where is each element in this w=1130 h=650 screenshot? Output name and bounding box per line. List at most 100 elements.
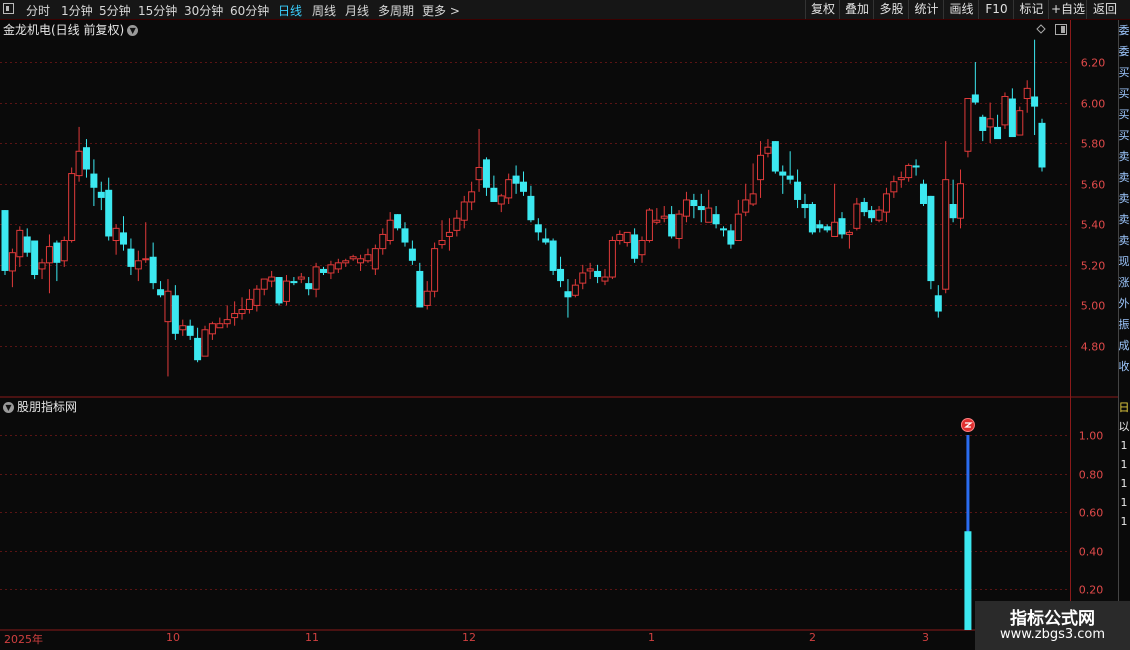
- candle-body-up: [505, 179, 513, 199]
- candle-body-up: [438, 240, 446, 246]
- candle-body-down: [823, 226, 831, 231]
- candle: [890, 175, 898, 198]
- price-tick-label: 5.00: [1081, 300, 1106, 313]
- candle-body-down: [542, 238, 550, 243]
- candle: [1008, 88, 1016, 138]
- candle: [386, 212, 394, 245]
- indicator-tick-label: 0.20: [1079, 584, 1104, 597]
- date-axis: 2025年 10 11 12 1 2 3: [0, 630, 1118, 650]
- candle: [68, 167, 76, 243]
- candle: [734, 199, 742, 242]
- candle: [831, 183, 839, 237]
- candle-body-up: [764, 146, 772, 154]
- candle-body-down: [697, 206, 705, 211]
- candle: [520, 171, 527, 196]
- candle-body-down: [408, 248, 416, 261]
- candle-body-down: [149, 256, 157, 284]
- date-label: 10: [166, 631, 180, 644]
- candle: [675, 210, 683, 249]
- candle: [823, 224, 831, 233]
- candle-body-up: [386, 219, 394, 242]
- candle-body-up: [638, 240, 646, 256]
- candle-body-down: [979, 116, 987, 131]
- candle-body-up: [734, 213, 742, 242]
- candle: [223, 305, 231, 328]
- candle: [601, 268, 609, 286]
- candle: [927, 195, 935, 290]
- window-toggle-fill: [1061, 26, 1065, 33]
- candle: [549, 238, 557, 275]
- side-panel-char: 日: [1118, 401, 1130, 414]
- candle: [194, 327, 202, 363]
- candle: [668, 206, 676, 239]
- candle-body-down: [97, 191, 105, 198]
- candle-body-up: [245, 298, 253, 310]
- candle-body-up: [327, 264, 335, 274]
- candle-body-up: [238, 308, 246, 315]
- candle: [60, 236, 68, 267]
- candle: [431, 242, 439, 298]
- candle-body-down: [934, 295, 942, 312]
- candle: [786, 151, 794, 184]
- side-panel-char: 卖: [1118, 150, 1130, 163]
- candle: [364, 248, 372, 263]
- date-label: 2: [809, 631, 816, 644]
- candle-body-up: [297, 276, 305, 280]
- candle: [349, 254, 357, 261]
- candle: [23, 228, 31, 257]
- candle-body-down: [527, 195, 535, 221]
- side-panel-char: 1: [1120, 496, 1128, 509]
- candle: [801, 193, 809, 219]
- candle-body-down: [771, 141, 779, 172]
- candle-body-down: [401, 228, 409, 243]
- candle-body-up: [601, 276, 609, 282]
- candle: [557, 256, 565, 288]
- candle: [179, 319, 187, 336]
- candle-body-down: [912, 165, 920, 168]
- candle-body-up: [608, 240, 616, 278]
- kline-chart[interactable]: 6.20 6.00 5.80 5.60 5.40 5.20 5.00 4.80 1.00 0.8…: [0, 0, 1130, 650]
- candle: [31, 240, 39, 280]
- candle: [794, 169, 802, 209]
- price-tick-label: 5.60: [1081, 179, 1106, 192]
- candle: [490, 175, 498, 202]
- candle-body-down: [919, 183, 927, 204]
- diamond-icon[interactable]: [1036, 24, 1046, 34]
- quote-side-panel: 委委买买买买卖卖卖卖卖现涨外振成收日以11111: [1118, 20, 1130, 630]
- side-panel-char: 现: [1118, 255, 1130, 268]
- candle: [853, 197, 861, 231]
- candle-body-down: [512, 175, 520, 184]
- candle-body-down: [808, 204, 816, 233]
- candle: [445, 218, 453, 251]
- candle: [134, 250, 142, 282]
- chevron-down-icon[interactable]: ▼: [3, 402, 14, 413]
- candle-body-down: [53, 242, 61, 263]
- candle: [342, 258, 350, 267]
- candle: [742, 183, 750, 217]
- candle: [120, 216, 128, 251]
- candle: [586, 262, 594, 280]
- candle: [45, 234, 53, 294]
- candle-body-down: [1038, 122, 1046, 168]
- candle-body-up: [364, 254, 372, 262]
- candle-body-down: [320, 268, 328, 273]
- candle-body-up: [453, 217, 461, 231]
- candle: [475, 128, 483, 192]
- candle: [542, 228, 550, 245]
- candle: [164, 279, 172, 377]
- candle-body-up: [882, 193, 890, 213]
- candle: [105, 177, 113, 241]
- candle: [919, 179, 927, 207]
- price-tick-label: 6.20: [1081, 57, 1106, 70]
- price-tick-label: 5.20: [1081, 260, 1106, 273]
- candle: [979, 114, 987, 142]
- candle-body-up: [216, 323, 224, 329]
- candle-body-up: [705, 207, 713, 223]
- candle: [875, 206, 883, 223]
- candle-body-up: [142, 258, 150, 261]
- candle: [608, 236, 616, 280]
- candle: [816, 220, 824, 233]
- candle: [579, 264, 587, 290]
- candle: [512, 165, 520, 194]
- indicator-tick-label: 1.00: [1079, 430, 1104, 443]
